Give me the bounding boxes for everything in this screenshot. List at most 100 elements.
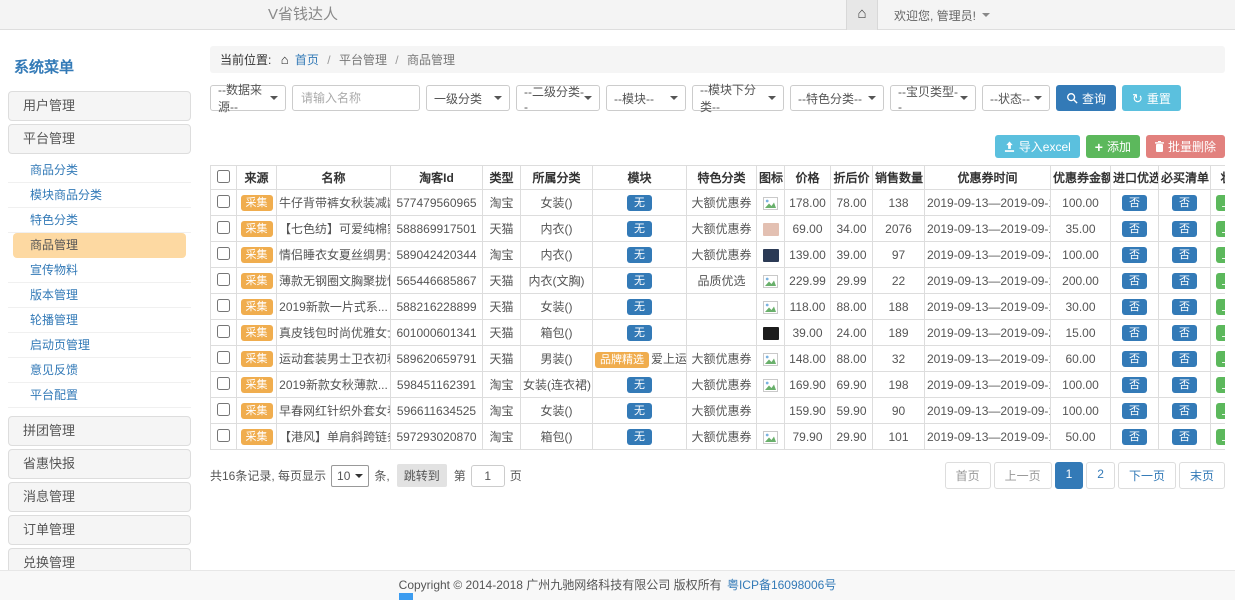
imported-cell-badge[interactable]: 否: [1122, 325, 1147, 341]
page-number-input[interactable]: [471, 465, 505, 487]
must-buy-cell-badge[interactable]: 否: [1172, 299, 1197, 315]
status-badge[interactable]: 上架: [1216, 273, 1226, 289]
row-checkbox[interactable]: [217, 273, 230, 286]
col-header-12: 优惠券时间: [925, 166, 1051, 190]
add-button[interactable]: + 添加: [1086, 135, 1140, 158]
sidebar-item-0[interactable]: 商品分类: [8, 158, 191, 183]
sidebar-group-bottom-2[interactable]: 消息管理: [8, 482, 191, 512]
imported-cell-badge[interactable]: 否: [1122, 351, 1147, 367]
sidebar-item-8[interactable]: 意见反馈: [8, 358, 191, 383]
page-link-4[interactable]: 下一页: [1118, 462, 1176, 489]
row-checkbox[interactable]: [217, 377, 230, 390]
feature-cell: 大额优惠券: [687, 424, 757, 450]
page-link-2[interactable]: 1: [1055, 462, 1084, 489]
row-checkbox[interactable]: [217, 403, 230, 416]
must-buy-cell-badge[interactable]: 否: [1172, 429, 1197, 445]
select-all-checkbox[interactable]: [217, 170, 230, 183]
sidebar-item-9[interactable]: 平台配置: [8, 383, 191, 408]
per-page-select[interactable]: 10: [331, 465, 369, 487]
imported-cell-badge[interactable]: 否: [1122, 247, 1147, 263]
icon-cell: [757, 346, 785, 372]
must-buy-cell-badge[interactable]: 否: [1172, 247, 1197, 263]
sidebar-group-bottom-0[interactable]: 拼团管理: [8, 416, 191, 446]
filter-select-3[interactable]: --模块下分类--: [692, 85, 784, 111]
jump-button[interactable]: 跳转到: [397, 464, 447, 487]
sidebar-group-bottom-4[interactable]: 兑换管理: [8, 548, 191, 571]
must-buy-cell-badge[interactable]: 否: [1172, 403, 1197, 419]
page-link-3[interactable]: 2: [1086, 462, 1115, 489]
filter-select-2[interactable]: --模块--: [606, 85, 686, 111]
icon-cell: [757, 424, 785, 450]
row-checkbox[interactable]: [217, 195, 230, 208]
status-badge[interactable]: 上架: [1216, 195, 1226, 211]
must-buy-cell-badge[interactable]: 否: [1172, 325, 1197, 341]
must-buy-cell-badge[interactable]: 否: [1172, 195, 1197, 211]
user-menu[interactable]: 欢迎您, 管理员!: [894, 7, 990, 24]
status-badge[interactable]: 上架: [1216, 403, 1226, 419]
status-badge[interactable]: 上架: [1216, 221, 1226, 237]
row-checkbox[interactable]: [217, 221, 230, 234]
module-cell: 无: [593, 216, 687, 242]
sidebar-group-bottom-1[interactable]: 省惠快报: [8, 449, 191, 479]
filter-select-6[interactable]: --状态--: [982, 85, 1050, 111]
status-badge[interactable]: 上架: [1216, 247, 1226, 263]
sidebar-item-2[interactable]: 特色分类: [8, 208, 191, 233]
reset-button[interactable]: ↻ 重置: [1122, 85, 1181, 111]
must-buy-cell-badge[interactable]: 否: [1172, 351, 1197, 367]
row-checkbox[interactable]: [217, 429, 230, 442]
imported-cell-badge[interactable]: 否: [1122, 299, 1147, 315]
bottom-edge-artifact: [399, 593, 413, 600]
sidebar-item-5[interactable]: 版本管理: [8, 283, 191, 308]
import-excel-button[interactable]: 导入excel: [995, 135, 1080, 158]
price-cell: 159.90: [785, 398, 831, 424]
sidebar-item-7[interactable]: 启动页管理: [8, 333, 191, 358]
status-badge[interactable]: 上架: [1216, 325, 1226, 341]
must-buy-cell-badge[interactable]: 否: [1172, 221, 1197, 237]
status-badge[interactable]: 上架: [1216, 377, 1226, 393]
row-checkbox[interactable]: [217, 325, 230, 338]
filter-select-0[interactable]: 一级分类: [426, 85, 510, 111]
imported-cell-badge[interactable]: 否: [1122, 273, 1147, 289]
must-buy-cell-badge[interactable]: 否: [1172, 273, 1197, 289]
imported-cell-badge[interactable]: 否: [1122, 195, 1147, 211]
row-checkbox[interactable]: [217, 299, 230, 312]
sidebar-item-4[interactable]: 宣传物料: [8, 258, 191, 283]
batch-delete-button[interactable]: 批量删除: [1146, 135, 1225, 158]
imported-cell-badge[interactable]: 否: [1122, 377, 1147, 393]
chevron-down-icon: [982, 13, 990, 17]
name-search-input[interactable]: [292, 85, 420, 111]
imported-cell-badge[interactable]: 否: [1122, 403, 1147, 419]
sidebar-item-6[interactable]: 轮播管理: [8, 308, 191, 333]
sidebar-group-1[interactable]: 平台管理: [8, 124, 191, 154]
row-select-cell: [211, 242, 237, 268]
filter-select-5[interactable]: --宝贝类型--: [890, 85, 976, 111]
sidebar-item-1[interactable]: 模块商品分类: [8, 183, 191, 208]
imported-cell-badge[interactable]: 否: [1122, 429, 1147, 445]
filter-select-1[interactable]: --二级分类--: [516, 85, 600, 111]
page-link-1[interactable]: 上一页: [994, 462, 1052, 489]
row-checkbox[interactable]: [217, 351, 230, 364]
search-button[interactable]: 查询: [1056, 85, 1116, 111]
home-button[interactable]: ⌂: [846, 0, 878, 30]
source-cell: 采集: [237, 268, 277, 294]
page-link-5[interactable]: 末页: [1179, 462, 1225, 489]
status-badge[interactable]: 上架: [1216, 429, 1226, 445]
col-header-14: 进口优选: [1111, 166, 1159, 190]
status-badge[interactable]: 上架: [1216, 351, 1226, 367]
row-checkbox[interactable]: [217, 247, 230, 260]
must-buy-cell-badge[interactable]: 否: [1172, 377, 1197, 393]
page-link-0[interactable]: 首页: [945, 462, 991, 489]
status-badge[interactable]: 上架: [1216, 299, 1226, 315]
imported-cell-badge[interactable]: 否: [1122, 221, 1147, 237]
breadcrumb-home-link[interactable]: 首页: [295, 53, 319, 67]
module-badge: 无: [627, 273, 652, 289]
filter-select-4[interactable]: --特色分类--: [790, 85, 884, 111]
row-select-cell: [211, 216, 237, 242]
sidebar-group-bottom-3[interactable]: 订单管理: [8, 515, 191, 545]
sidebar-item-3[interactable]: 商品管理: [13, 233, 186, 258]
type-cell: 天猫: [483, 346, 521, 372]
chevron-down-icon: [960, 96, 968, 100]
sidebar-group-0[interactable]: 用户管理: [8, 91, 191, 121]
filter-select-source[interactable]: --数据来源--: [210, 85, 286, 111]
icp-link[interactable]: 粤ICP备16098006号: [727, 578, 836, 592]
